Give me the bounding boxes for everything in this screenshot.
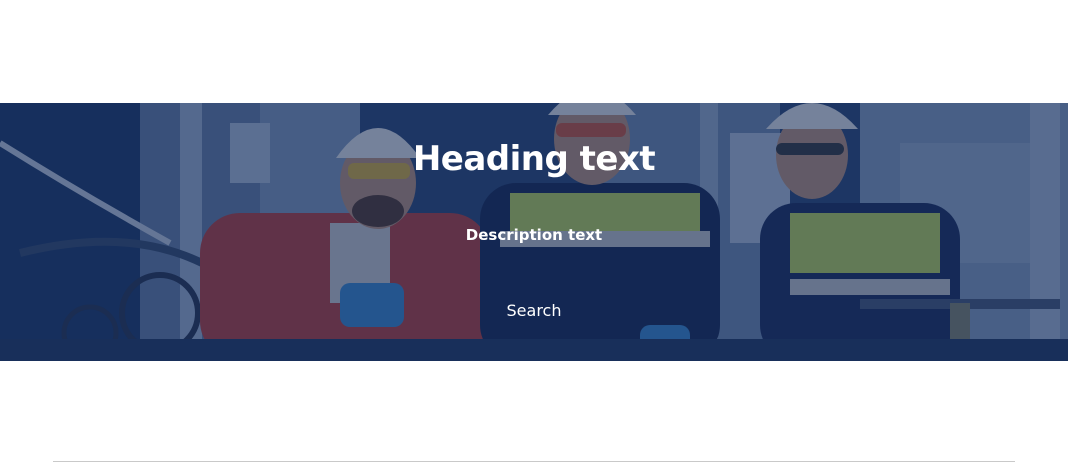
hero-heading: Heading text xyxy=(412,139,656,179)
section-divider xyxy=(53,461,1015,462)
hero-content: Heading text Description text Search xyxy=(0,103,1068,361)
hero-banner: Heading text Description text Search xyxy=(0,103,1068,361)
search-button[interactable]: Search xyxy=(484,297,584,325)
hero-description: Description text xyxy=(465,226,603,244)
page: Heading text Description text Search xyxy=(0,0,1068,468)
